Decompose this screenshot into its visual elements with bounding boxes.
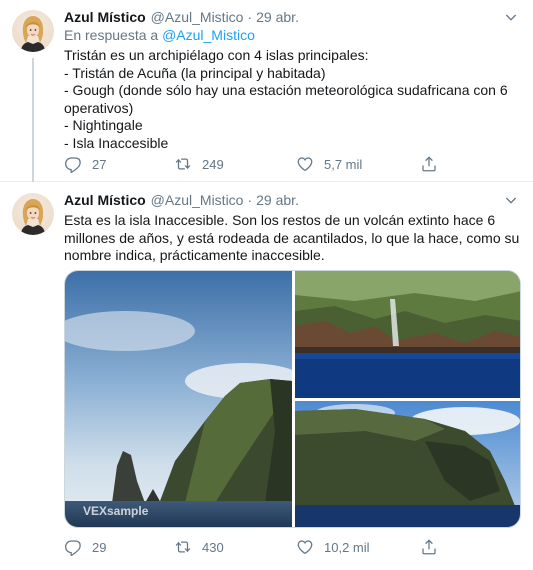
photo-cliffs-waterfall[interactable] [295, 271, 520, 398]
reply-icon [64, 155, 82, 173]
tweet-text-line: operativos) [64, 99, 134, 116]
retweet-count: 249 [202, 156, 224, 172]
tweet-text-line: Esta es la isla Inaccesible. Son los res… [64, 212, 496, 228]
retweet-icon [174, 538, 192, 556]
reply-button[interactable]: 29 [64, 537, 174, 557]
like-icon [296, 155, 314, 173]
share-icon [420, 155, 438, 173]
author-handle[interactable]: @Azul_Mistico [151, 9, 244, 25]
like-count: 10,2 mil [324, 539, 370, 555]
reply-icon [64, 538, 82, 556]
like-button[interactable]: 5,7 mil [296, 154, 420, 174]
tweet-text: Tristán es un archipiélago con 4 islas p… [64, 47, 519, 152]
retweet-icon [174, 155, 192, 173]
tweet-text-line: - Tristán de Acuña (la principal y habit… [64, 64, 326, 81]
share-icon [420, 538, 438, 556]
photo-image [295, 401, 520, 527]
author-name[interactable]: Azul Místico [64, 9, 146, 25]
share-button[interactable] [420, 154, 448, 174]
tweet-text-line: Tristán es un archipiélago con 4 islas p… [64, 47, 369, 63]
like-count: 5,7 mil [324, 156, 363, 172]
photo-image: VEXsample [65, 271, 292, 527]
photo-cliff-coast[interactable] [295, 401, 520, 527]
author-name[interactable]: Azul Místico [64, 192, 146, 208]
tweet-text-line: - Gough (donde sólo hay una estación met… [64, 82, 508, 98]
tweet-text-line: - Nightingale [64, 117, 143, 133]
tweet-text: Esta es la isla Inaccesible. Son los res… [64, 212, 519, 265]
tweet-header: Azul Místico @Azul_Mistico · 29 abr. [64, 190, 519, 210]
retweet-count: 430 [202, 539, 224, 555]
photo-image [295, 271, 520, 398]
tweet-timestamp[interactable]: 29 abr. [256, 192, 299, 208]
separator-dot: · [247, 9, 253, 25]
like-button[interactable]: 10,2 mil [296, 537, 420, 557]
tweet[interactable]: Azul Místico @Azul_Mistico · 29 abr. En … [0, 0, 533, 182]
reply-count: 29 [92, 539, 107, 555]
retweet-button[interactable]: 430 [174, 537, 296, 557]
like-icon [296, 538, 314, 556]
avatar[interactable] [12, 193, 54, 235]
chevron-down-icon[interactable] [503, 192, 519, 208]
tweet-actions: 27 249 5,7 mil [64, 154, 484, 174]
reply-button[interactable]: 27 [64, 154, 174, 174]
tweet[interactable]: Azul Místico @Azul_Mistico · 29 abr. Est… [0, 183, 533, 570]
reply-mention-link[interactable]: @Azul_Mistico [162, 27, 255, 43]
tweet-header: Azul Místico @Azul_Mistico · 29 abr. [64, 7, 519, 27]
tweet-text-line: - Isla Inaccesible [64, 134, 169, 151]
thread-connector [32, 58, 34, 182]
retweet-button[interactable]: 249 [174, 154, 296, 174]
reply-count: 27 [92, 156, 107, 172]
avatar-image [12, 193, 54, 235]
reply-context: En respuesta a @Azul_Mistico [64, 27, 519, 45]
media-grid: VEXsample [64, 270, 521, 528]
tweet-timestamp[interactable]: 29 abr. [256, 9, 299, 25]
reply-prefix: En respuesta a [64, 27, 159, 43]
share-button[interactable] [420, 537, 448, 557]
avatar-image [12, 10, 54, 52]
separator-dot: · [247, 192, 253, 208]
chevron-down-icon[interactable] [503, 9, 519, 25]
tweet-text-line: nombre indica, prácticamente inaccesible… [64, 247, 325, 263]
photo-island-sea-stack[interactable]: VEXsample [65, 271, 292, 527]
tweet-actions: 29 430 10,2 mil [64, 537, 484, 557]
photo-watermark: VEXsample [83, 504, 149, 518]
author-handle[interactable]: @Azul_Mistico [151, 192, 244, 208]
tweet-text-line: millones de años, y está rodeada de acan… [64, 229, 520, 246]
avatar[interactable] [12, 10, 54, 52]
